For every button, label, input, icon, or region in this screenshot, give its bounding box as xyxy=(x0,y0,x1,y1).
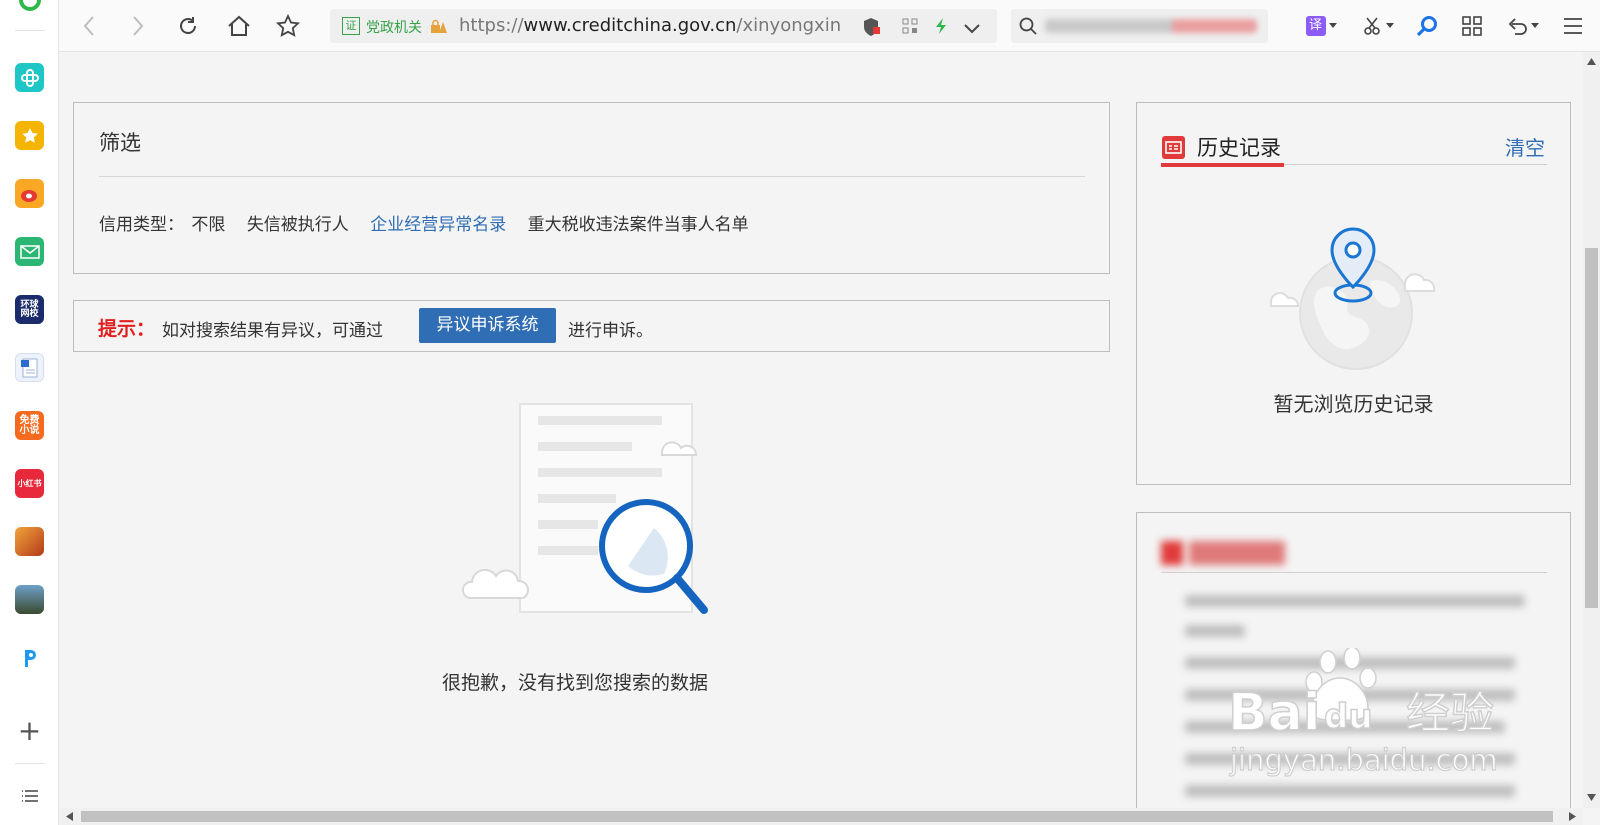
find-button[interactable] xyxy=(1413,12,1441,40)
blurred-panel-divider xyxy=(1161,572,1547,573)
main-menu-button[interactable] xyxy=(1559,12,1587,40)
vertical-scrollbar[interactable] xyxy=(1583,52,1600,808)
blurred-text-line xyxy=(1185,785,1515,797)
clear-history-link[interactable]: 清空 xyxy=(1505,132,1545,161)
pubg-icon[interactable] xyxy=(15,585,44,614)
scroll-down-arrow-icon[interactable] xyxy=(1587,794,1596,801)
add-sidebar-app-icon[interactable]: + xyxy=(15,714,44,747)
credit-type-filter: 信用类型： 不限 失信被执行人 企业经营异常名录 重大税收违法案件当事人名单 xyxy=(99,210,765,235)
scroll-right-arrow-icon[interactable] xyxy=(1569,812,1576,821)
tip-label: 提示： xyxy=(98,318,156,340)
filter-option-dishonest-executee[interactable]: 失信被执行人 xyxy=(247,215,349,235)
url-text[interactable]: https://www.creditchina.gov.cn/xinyongxi… xyxy=(459,15,841,36)
scroll-left-arrow-icon[interactable] xyxy=(66,812,73,821)
sidebar-menu-icon[interactable] xyxy=(15,781,44,810)
home-button[interactable] xyxy=(225,12,253,40)
horizontal-scrollbar[interactable] xyxy=(59,808,1583,825)
blurred-text-line xyxy=(1185,721,1505,733)
favorites-icon[interactable] xyxy=(15,121,44,150)
blurred-text-line xyxy=(1185,657,1515,669)
address-dropdown-icon[interactable] xyxy=(964,19,980,38)
filter-option-unlimited[interactable]: 不限 xyxy=(191,215,225,235)
blurred-text-line xyxy=(1185,689,1515,701)
bookmark-star-button[interactable] xyxy=(274,12,302,40)
filter-option-business-anomaly[interactable]: 企业经营异常名录 xyxy=(370,215,506,235)
filter-divider xyxy=(99,176,1085,177)
back-button[interactable] xyxy=(75,12,103,40)
search-input[interactable] xyxy=(1011,9,1268,43)
screenshot-scissors-button[interactable] xyxy=(1361,12,1395,40)
huanqiu-icon[interactable]: 环球 网校 xyxy=(15,295,44,324)
scroll-up-arrow-icon[interactable] xyxy=(1587,58,1596,65)
search-icon xyxy=(1019,17,1037,39)
cert-badge-icon: 证 xyxy=(342,17,360,35)
vertical-scroll-thumb[interactable] xyxy=(1585,248,1598,608)
blurred-recommend-panel xyxy=(1136,512,1571,812)
p-app-icon[interactable] xyxy=(15,643,44,672)
sidebar-divider xyxy=(15,30,45,31)
undo-close-tab-button[interactable] xyxy=(1506,12,1540,40)
history-empty-message: 暂无浏览历史记录 xyxy=(1273,392,1434,416)
objection-appeal-button[interactable]: 异议申诉系统 xyxy=(419,308,556,343)
filter-title: 筛选 xyxy=(99,131,141,155)
privacy-shield-icon[interactable] xyxy=(863,17,881,41)
qr-code-icon[interactable] xyxy=(902,18,918,38)
forward-button[interactable] xyxy=(124,12,152,40)
security-warning-icon[interactable] xyxy=(430,19,448,38)
blurred-panel-header xyxy=(1161,541,1285,565)
filter-panel: 筛选 信用类型： 不限 失信被执行人 企业经营异常名录 重大税收违法案件当事人名… xyxy=(73,102,1110,274)
history-title-underline xyxy=(1161,163,1284,167)
history-panel: 历史记录 清空 暂无浏览历史记录 xyxy=(1136,102,1571,485)
translate-icon: 译 xyxy=(1305,16,1326,36)
free-novel-icon[interactable]: 免费 小说 xyxy=(15,411,44,440)
horizontal-scroll-thumb[interactable] xyxy=(81,811,1553,822)
filter-option-tax-violation[interactable]: 重大税收违法案件当事人名单 xyxy=(528,215,749,235)
mail-icon[interactable] xyxy=(15,237,44,266)
app-sidebar: 环球 网校 免费 小说 小红书 + xyxy=(0,0,59,825)
tip-text: 如对搜索结果有异议，可通过 xyxy=(162,321,383,341)
weibo-icon[interactable] xyxy=(15,179,44,208)
sidebar-divider xyxy=(15,763,45,764)
blurred-text-line xyxy=(1185,625,1245,637)
game-icon[interactable] xyxy=(15,527,44,556)
blurred-text-line xyxy=(1185,753,1515,765)
history-icon xyxy=(1162,136,1185,159)
history-title: 历史记录 xyxy=(1197,136,1281,160)
add-app-icon[interactable] xyxy=(15,63,44,92)
no-results-message: 很抱歉，没有找到您搜索的数据 xyxy=(442,672,709,694)
browser-logo-icon[interactable] xyxy=(15,0,44,15)
no-results-illustration-icon xyxy=(461,400,722,620)
credit-type-label: 信用类型： xyxy=(99,215,184,235)
tip-banner: 提示： 如对搜索结果有异议，可通过 异议申诉系统 进行申诉。 xyxy=(73,300,1110,352)
word-doc-icon[interactable] xyxy=(15,353,44,382)
location-globe-icon xyxy=(1267,221,1437,381)
cert-label[interactable]: 党政机关 xyxy=(366,17,422,37)
apps-grid-button[interactable] xyxy=(1458,12,1486,40)
speed-mode-icon[interactable] xyxy=(934,17,948,39)
browser-toolbar: 证 党政机关 https://www.creditchina.gov.cn/xi… xyxy=(59,0,1600,52)
blurred-search-text xyxy=(1045,19,1257,33)
refresh-button[interactable] xyxy=(174,12,202,40)
blurred-text-line xyxy=(1185,595,1525,607)
translate-button[interactable]: 译 xyxy=(1304,12,1338,40)
address-bar[interactable]: 证 党政机关 https://www.creditchina.gov.cn/xi… xyxy=(330,9,997,43)
tip-tail-text: 进行申诉。 xyxy=(568,321,653,341)
xiaohongshu-icon[interactable]: 小红书 xyxy=(15,469,44,498)
